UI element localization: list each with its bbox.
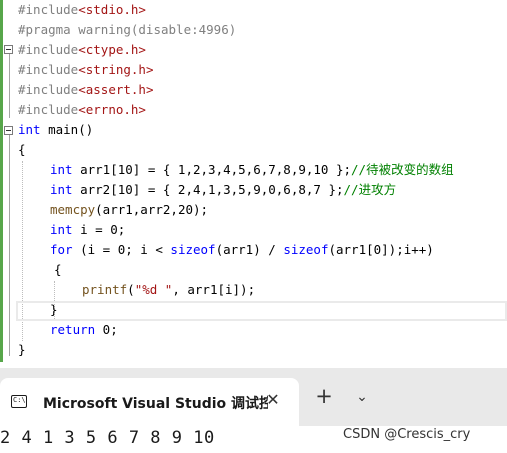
token: <errno.h> <box>78 102 146 117</box>
token: int <box>50 222 73 237</box>
code-line: #include<ctype.h> <box>0 40 146 60</box>
chevron-down-icon[interactable]: ⌄ <box>352 388 372 408</box>
token: (arr1[0]);i++) <box>328 242 434 257</box>
code-editor[interactable]: #include<stdio.h> #pragma warning(disabl… <box>0 0 507 368</box>
terminal-tab-bar: C:\ Microsoft Visual Studio 调试控 ✕ + ⌄ <box>0 368 507 426</box>
token: sizeof <box>170 242 216 257</box>
code-line: for (i = 0; i < sizeof(arr1) / sizeof(ar… <box>0 240 434 260</box>
token: { <box>18 142 26 157</box>
token: (arr1,arr2,20); <box>95 202 209 217</box>
console-output-area: 2 4 1 3 5 6 7 8 9 10 CSDN @Crescis_cry <box>0 426 507 453</box>
token: } <box>18 342 26 357</box>
code-line: { <box>0 260 62 280</box>
code-line: #pragma warning(disable:4996) <box>0 20 236 40</box>
code-line: } <box>0 340 26 360</box>
code-line: int arr1[10] = { 1,2,3,4,5,6,7,8,9,10 };… <box>0 160 454 180</box>
new-tab-button[interactable]: + <box>313 386 335 408</box>
debug-console-tab[interactable]: C:\ Microsoft Visual Studio 调试控 ✕ <box>0 378 299 426</box>
token: int <box>18 122 41 137</box>
close-icon[interactable]: ✕ <box>264 390 282 410</box>
code-line: int i = 0; <box>0 220 125 240</box>
token: arr2[10] = { 2,4,1,3,5,9,0,6,8,7 }; <box>72 182 344 197</box>
token: <ctype.h> <box>78 42 146 57</box>
token: <assert.h> <box>78 82 154 97</box>
token: #include <box>18 42 79 57</box>
code-line: int main() <box>0 120 93 140</box>
code-line: } <box>0 300 58 320</box>
token: (arr1) / <box>215 242 284 257</box>
code-line: int arr2[10] = { 2,4,1,3,5,9,0,6,8,7 };/… <box>0 180 396 200</box>
console-output: 2 4 1 3 5 6 7 8 9 10 <box>0 428 215 448</box>
watermark: CSDN @Crescis_cry <box>343 427 471 442</box>
token: sizeof <box>283 242 329 257</box>
token: #include <box>18 62 79 77</box>
code-line: return 0; <box>0 320 118 340</box>
token: , arr1[i]); <box>172 282 256 297</box>
token: arr1[10] = { 1,2,3,4,5,6,7,8,9,10 }; <box>72 162 352 177</box>
code-line: #include<errno.h> <box>0 100 146 120</box>
current-line-highlight <box>16 301 507 321</box>
terminal-icon: C:\ <box>11 395 27 408</box>
token: printf <box>82 282 128 297</box>
token: main() <box>40 122 94 137</box>
token: int <box>50 182 73 197</box>
token: #include <box>18 102 79 117</box>
token: } <box>50 302 58 317</box>
tab-title: Microsoft Visual Studio 调试控 <box>43 396 268 412</box>
token: #pragma warning(disable:4996) <box>18 22 237 37</box>
token: i = 0; <box>72 222 126 237</box>
code-line: { <box>0 140 26 160</box>
token: <stdio.h> <box>78 2 146 17</box>
token: <string.h> <box>78 62 154 77</box>
code-line: #include<stdio.h> <box>0 0 146 20</box>
code-line: #include<string.h> <box>0 60 153 80</box>
token: //进攻方 <box>343 182 397 197</box>
token: //待被改变的数组 <box>351 162 454 177</box>
token: #include <box>18 82 79 97</box>
token: "%d " <box>134 282 173 297</box>
code-line: printf("%d ", arr1[i]); <box>0 280 255 300</box>
code-line: #include<assert.h> <box>0 80 153 100</box>
token: 0; <box>95 322 118 337</box>
token: for <box>50 242 73 257</box>
code-line: memcpy(arr1,arr2,20); <box>0 200 208 220</box>
token: int <box>50 162 73 177</box>
token: #include <box>18 2 79 17</box>
token: return <box>50 322 96 337</box>
token: ( <box>127 282 135 297</box>
token: (i = 0; i < <box>72 242 171 257</box>
token: { <box>54 262 62 277</box>
token: memcpy <box>50 202 96 217</box>
